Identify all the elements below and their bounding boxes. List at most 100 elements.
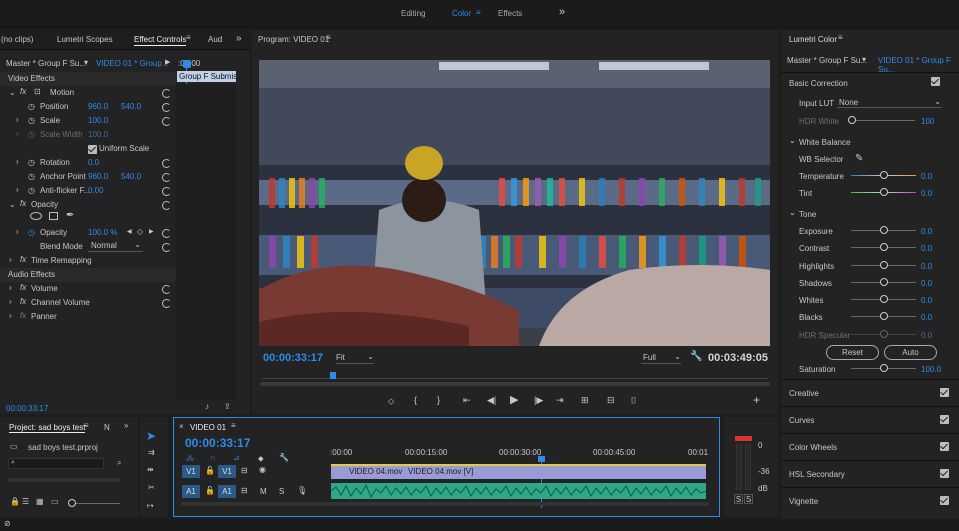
timeline-playhead-head[interactable] [538, 456, 545, 462]
chevron-down-icon[interactable]: ⌄ [789, 208, 796, 217]
tab-project[interactable]: Project: sad boys test [9, 423, 86, 433]
nest-icon[interactable]: ⁂ [186, 454, 194, 463]
pen-mask-icon[interactable]: ✒ [66, 210, 74, 221]
highlights-knob[interactable] [880, 261, 888, 269]
expand-icon[interactable]: › [9, 297, 12, 306]
expand-icon[interactable]: › [16, 185, 19, 194]
uniform-scale-checkbox[interactable] [88, 145, 97, 154]
tab-source[interactable]: (no clips) [1, 35, 33, 44]
workspace-color[interactable]: Color [452, 9, 471, 18]
reset-icon[interactable] [162, 173, 171, 182]
section-creative[interactable]: Creative [781, 379, 959, 406]
reset-icon[interactable] [162, 229, 171, 238]
expand-icon[interactable]: › [16, 115, 19, 124]
lift-icon[interactable]: ⊞ [581, 395, 589, 406]
blend-mode-select[interactable]: Normal ⌄ [88, 240, 143, 252]
section-hsl-secondary[interactable]: HSL Secondary [781, 460, 959, 487]
icon-view-icon[interactable]: ▦ [36, 497, 44, 506]
expand-icon[interactable]: › [9, 255, 12, 264]
chevron-down-icon[interactable]: ⌄ [9, 88, 16, 97]
expand-icon[interactable]: › [9, 283, 12, 292]
export-icon[interactable]: ⇪ [224, 402, 231, 411]
chevron-down-icon[interactable]: ⌄ [789, 136, 796, 145]
reset-icon[interactable] [162, 201, 171, 210]
mute-button[interactable]: M [260, 487, 267, 496]
prev-keyframe-icon[interactable]: ◀ [127, 228, 132, 235]
go-to-out-icon[interactable]: ⇥ [556, 395, 564, 406]
tab-media-browser[interactable]: N [104, 423, 110, 432]
input-lut-select[interactable]: None ⌄ [837, 96, 942, 108]
whites-knob[interactable] [880, 295, 888, 303]
voiceover-icon[interactable]: 🎙 [297, 486, 307, 495]
stopwatch-icon[interactable]: ◷ [28, 186, 35, 195]
resolution-select[interactable]: Full ⌄ [641, 352, 681, 364]
reset-icon[interactable] [162, 89, 171, 98]
reset-icon[interactable] [162, 299, 171, 308]
lock-icon[interactable]: 🔒 [10, 497, 20, 506]
source-patch-v1[interactable]: V1 [182, 465, 200, 478]
lumetri-master-selector[interactable]: Master * Group F Su... [787, 56, 867, 65]
eye-icon[interactable]: ◉ [259, 465, 266, 474]
reset-icon[interactable] [162, 187, 171, 196]
track-target-v1[interactable]: V1 [218, 465, 236, 478]
ec-playhead-head[interactable] [183, 60, 191, 68]
freeform-view-icon[interactable]: ▭ [51, 497, 59, 506]
fx-icon[interactable]: fx [20, 87, 26, 96]
sync-lock-icon[interactable]: ⊟ [241, 466, 248, 475]
tint-knob[interactable] [880, 188, 888, 196]
temperature-value[interactable]: 0.0 [921, 172, 932, 181]
close-icon[interactable]: × [179, 422, 184, 431]
basic-correction-checkbox[interactable] [931, 77, 940, 86]
shadows-knob[interactable] [880, 278, 888, 286]
chevron-down-icon[interactable]: ▾ [862, 55, 866, 64]
hdr-white-value[interactable]: 100 [921, 117, 934, 126]
creative-checkbox[interactable] [940, 388, 949, 397]
chevron-down-icon[interactable]: ⌄ [9, 200, 16, 209]
step-back-icon[interactable]: ◀| [487, 395, 496, 406]
curves-checkbox[interactable] [940, 415, 949, 424]
ellipse-mask-icon[interactable] [30, 212, 42, 220]
ec-current-time[interactable]: 00:00:33:17 [6, 404, 48, 413]
expand-icon[interactable]: › [9, 311, 12, 320]
contrast-value[interactable]: 0.0 [921, 244, 932, 253]
play-only-icon[interactable]: ▶ [165, 58, 170, 66]
panel-menu-icon[interactable]: ≡ [838, 33, 843, 42]
stopwatch-icon[interactable]: ◷ [28, 228, 35, 237]
auto-button[interactable]: Auto [884, 345, 937, 360]
contrast-knob[interactable] [880, 243, 888, 251]
hdr-specular-knob[interactable] [880, 330, 888, 338]
ripple-edit-icon[interactable]: ⇹ [147, 465, 154, 474]
chevron-down-icon[interactable]: ▾ [84, 58, 88, 67]
lock-icon[interactable]: 🔓 [205, 466, 215, 475]
play-icon[interactable]: ▶ [510, 393, 518, 406]
stopwatch-icon[interactable]: ◷ [28, 102, 35, 111]
panel-menu-icon[interactable]: ≡ [84, 421, 89, 430]
color-wheels-checkbox[interactable] [940, 442, 949, 451]
opacity-value[interactable]: 100.0 % [88, 226, 117, 240]
lock-icon[interactable]: 🔓 [205, 486, 215, 495]
rotation-value[interactable]: 0.0 [88, 156, 99, 170]
panel-menu-icon[interactable]: ≡ [326, 33, 331, 42]
fx-icon[interactable]: fx [20, 283, 26, 292]
extract-icon[interactable]: ⊟ [607, 395, 615, 406]
linked-selection-icon[interactable]: ⊿ [233, 453, 240, 462]
workspace-effects[interactable]: Effects [498, 9, 522, 18]
fx-icon[interactable]: fx [20, 297, 26, 306]
list-view-icon[interactable]: ☰ [22, 497, 29, 506]
saturation-knob[interactable] [880, 364, 888, 372]
audio-clip[interactable] [331, 483, 706, 499]
stopwatch-icon[interactable]: ◷ [28, 116, 35, 125]
mark-in-icon[interactable]: { [414, 395, 417, 405]
anchor-x[interactable]: 960.0 [88, 170, 108, 184]
highlights-value[interactable]: 0.0 [921, 262, 932, 271]
workspace-editing[interactable]: Editing [401, 9, 425, 18]
exposure-value[interactable]: 0.0 [921, 227, 932, 236]
step-forward-icon[interactable]: |▶ [534, 395, 543, 406]
camera-icon[interactable]: ⌷ [631, 395, 636, 406]
reset-icon[interactable] [162, 117, 171, 126]
program-timecode[interactable]: 00:00:33:17 [263, 352, 323, 364]
razor-icon[interactable]: ✂ [148, 483, 155, 492]
clip-selector[interactable]: VIDEO 01 * Group... [96, 59, 168, 68]
fx-icon[interactable]: fx [20, 199, 26, 208]
slip-tool-icon[interactable]: ↦ [147, 501, 154, 510]
